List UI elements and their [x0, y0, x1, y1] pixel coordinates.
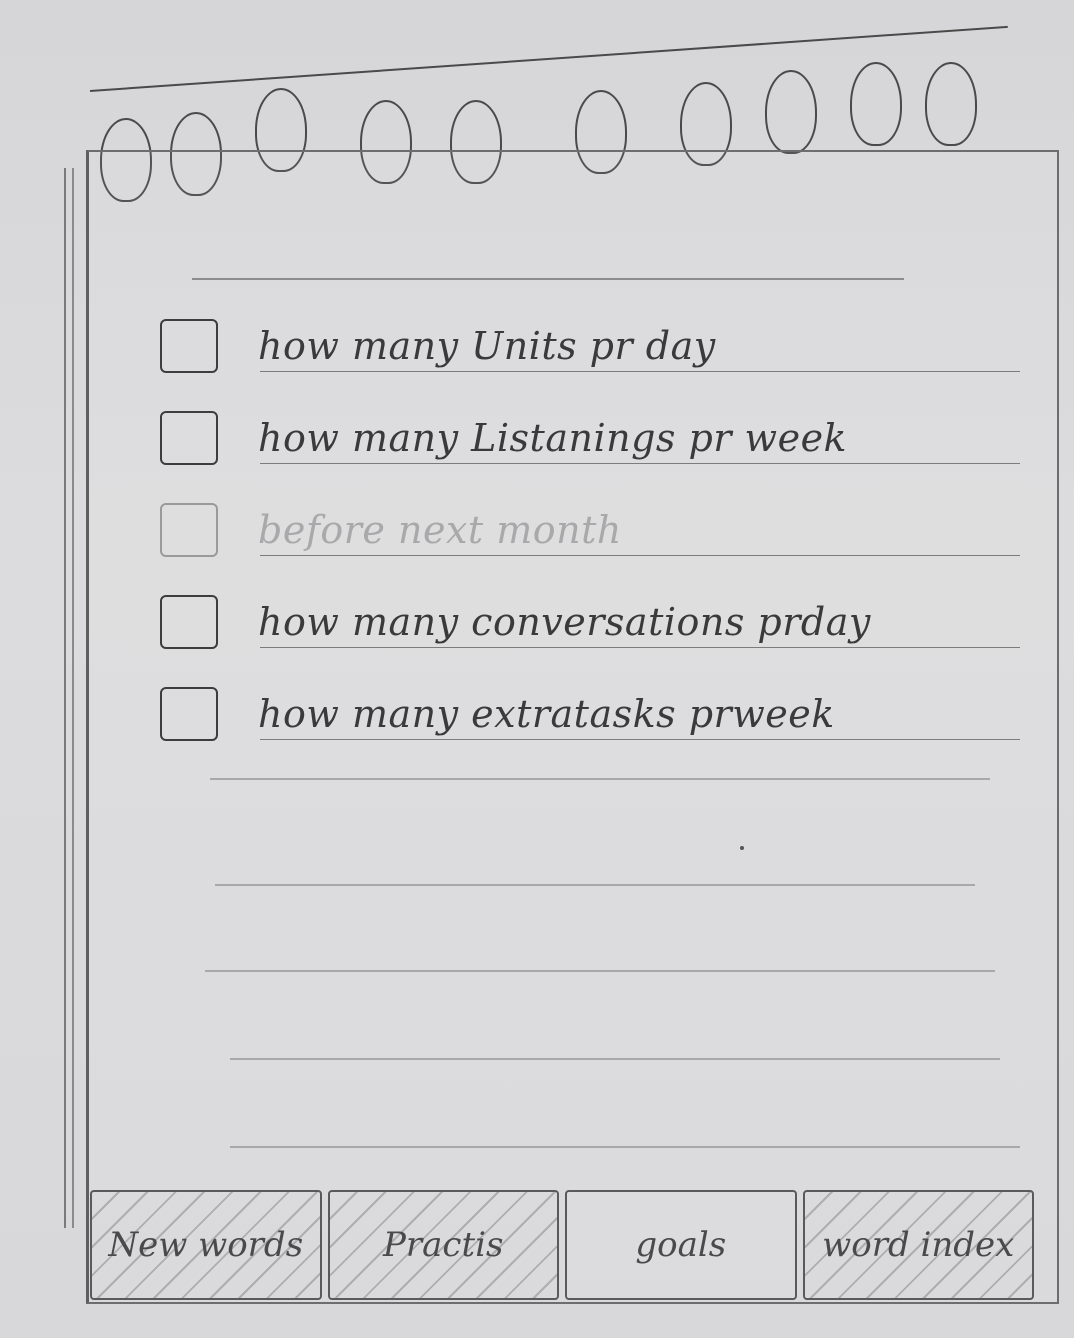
goal-label: how many Listanings pr week	[258, 416, 848, 460]
goal-label: how many conversations prday	[258, 600, 871, 644]
goal-label: how many extratasks prweek	[258, 692, 835, 736]
goal-underline	[260, 739, 1020, 740]
goal-checkbox[interactable]	[160, 595, 218, 649]
goal-item: how many conversations prday	[160, 576, 1040, 668]
tab-practis[interactable]: Practis	[327, 1190, 559, 1300]
empty-rule	[205, 970, 995, 972]
goal-underline	[260, 463, 1020, 464]
goal-label: before next month	[258, 508, 622, 552]
goal-item-faded: before next month	[160, 484, 1040, 576]
goal-underline	[260, 555, 1020, 556]
empty-rule	[230, 1058, 1000, 1060]
tab-new-words[interactable]: New words	[90, 1190, 322, 1300]
header-divider	[192, 278, 904, 280]
goal-item: how many extratasks prweek	[160, 668, 1040, 760]
goal-checkbox[interactable]	[160, 319, 218, 373]
spiral-ring	[765, 70, 817, 154]
goal-underline	[260, 647, 1020, 648]
goal-checkbox[interactable]	[160, 687, 218, 741]
tab-label: goals	[635, 1225, 727, 1265]
empty-rule	[230, 1146, 1020, 1148]
goal-item: how many Listanings pr week	[160, 392, 1040, 484]
tab-word-index[interactable]: word index	[802, 1190, 1034, 1300]
tab-label: word index	[822, 1225, 1015, 1265]
empty-rule	[215, 884, 975, 886]
goal-list: how many Units pr day how many Listaning…	[160, 300, 1040, 760]
notebook-spine-line	[64, 168, 66, 1228]
goal-item: how many Units pr day	[160, 300, 1040, 392]
goal-checkbox[interactable]	[160, 411, 218, 465]
goal-checkbox[interactable]	[160, 503, 218, 557]
tab-label: Practis	[383, 1225, 504, 1265]
spiral-ring	[925, 62, 977, 146]
empty-rule	[210, 778, 990, 780]
goal-underline	[260, 371, 1020, 372]
goal-label: how many Units pr day	[258, 324, 716, 368]
pencil-dot	[740, 846, 744, 850]
notebook-spine-line	[72, 168, 74, 1228]
bottom-tab-bar: New words Practis goals word index	[90, 1190, 1040, 1300]
tab-goals[interactable]: goals	[565, 1190, 797, 1300]
spiral-ring	[850, 62, 902, 146]
tab-label: New words	[108, 1225, 304, 1265]
